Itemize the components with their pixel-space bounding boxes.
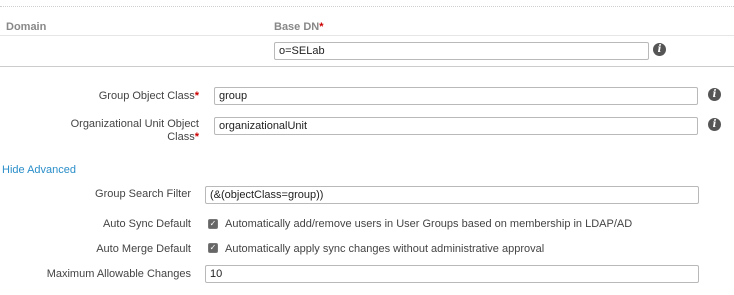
max-changes-input[interactable] [205, 265, 699, 283]
auto-sync-checkbox[interactable]: ✓ [208, 219, 218, 229]
group-object-class-label: Group Object Class* [99, 90, 199, 103]
auto-merge-label: Auto Merge Default [96, 243, 191, 255]
basedn-input[interactable] [274, 42, 649, 60]
domain-column-header: Domain [6, 21, 47, 33]
ou-label-line1: Organizational Unit Object [70, 118, 199, 130]
group-search-filter-label: Group Search Filter [95, 188, 191, 200]
required-marker: * [194, 90, 199, 102]
basedn-header-text: Base DN [274, 21, 320, 33]
auto-merge-checkbox[interactable]: ✓ [208, 243, 218, 253]
auto-sync-label: Auto Sync Default [102, 218, 191, 230]
info-icon[interactable]: i [708, 118, 721, 131]
hide-advanced-link[interactable]: Hide Advanced [2, 164, 76, 176]
group-search-filter-input[interactable] [205, 186, 699, 204]
domain-row: i [0, 36, 734, 67]
domain-table-header: Domain Base DN* [0, 17, 734, 36]
basedn-column-header: Base DN* [274, 21, 324, 33]
ou-object-class-label: Organizational Unit Object Class* [71, 118, 199, 144]
group-object-class-label-text: Group Object Class [98, 90, 195, 102]
checkmark-icon: ✓ [209, 219, 217, 228]
auto-sync-description: Automatically add/remove users in User G… [225, 218, 633, 230]
info-icon[interactable]: i [653, 43, 666, 56]
group-object-class-input[interactable] [214, 87, 698, 105]
ou-object-class-input[interactable] [214, 117, 698, 135]
required-marker: * [194, 131, 199, 143]
info-icon[interactable]: i [708, 88, 721, 101]
checkmark-icon: ✓ [209, 243, 217, 252]
auto-merge-description: Automatically apply sync changes without… [225, 243, 545, 255]
ou-label-line2: Class [167, 131, 195, 143]
required-marker: * [319, 21, 324, 33]
max-changes-label: Maximum Allowable Changes [46, 268, 191, 280]
top-divider [0, 6, 734, 7]
